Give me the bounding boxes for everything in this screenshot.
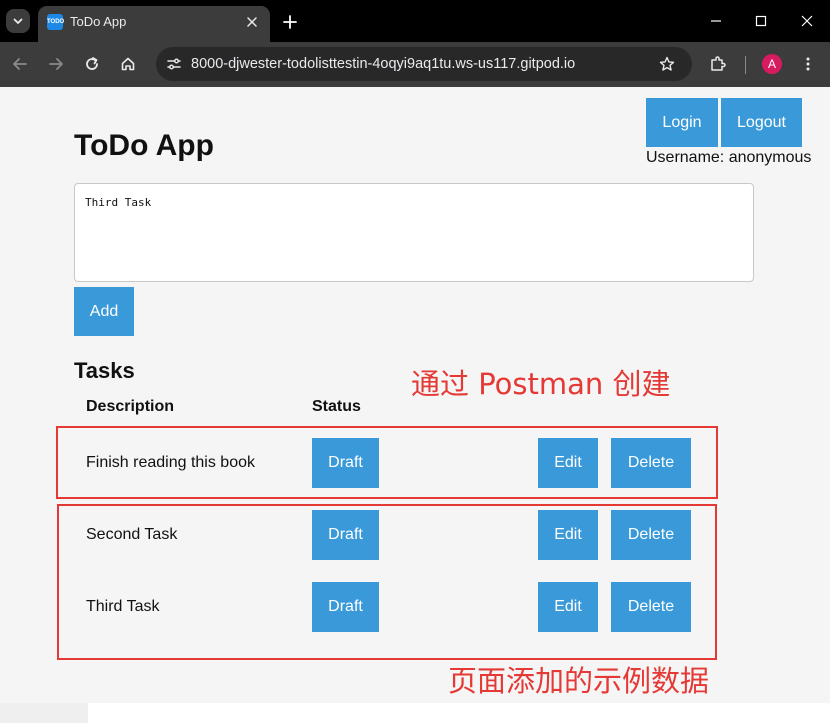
reload-icon — [86, 57, 98, 70]
plus-icon — [283, 15, 297, 29]
extensions-button[interactable] — [706, 52, 730, 76]
postman-annotation-label: 通过 Postman 创建 — [411, 367, 671, 401]
forward-button[interactable] — [44, 52, 68, 76]
tune-icon — [167, 58, 181, 70]
back-button[interactable] — [8, 52, 32, 76]
close-icon — [801, 15, 813, 27]
maximize-button[interactable] — [747, 8, 775, 34]
close-icon — [247, 17, 257, 27]
new-tab-button[interactable] — [278, 10, 302, 34]
maximize-icon — [755, 15, 767, 27]
new-task-input[interactable] — [74, 183, 754, 282]
description-column-header: Description — [86, 398, 175, 415]
star-icon — [659, 56, 675, 71]
arrow-right-icon — [49, 58, 63, 70]
address-bar[interactable]: 8000-djwester-todolisttestin-4oqyi9aq1tu… — [156, 47, 692, 81]
page-viewport: ToDo App Login Logout Username: anonymou… — [0, 87, 830, 703]
todo-favicon-icon: TODO — [47, 14, 64, 30]
puzzle-icon — [711, 56, 726, 71]
window-close-button[interactable] — [793, 8, 821, 34]
bookmark-button[interactable] — [656, 53, 678, 75]
home-button[interactable] — [116, 52, 140, 76]
toolbar-divider — [745, 56, 746, 74]
tab-title: ToDo App — [70, 14, 127, 29]
taskbar-edge — [0, 703, 88, 723]
tasks-heading: Tasks — [74, 358, 135, 383]
tab-close-button[interactable] — [242, 12, 262, 32]
arrow-left-icon — [13, 58, 27, 70]
minimize-icon — [711, 20, 721, 22]
screenshot-bottom-margin — [0, 703, 830, 723]
reload-button[interactable] — [80, 52, 104, 76]
login-button[interactable]: Login — [646, 98, 718, 147]
logout-button[interactable]: Logout — [721, 98, 802, 147]
tab-strip: TODO ToDo App — [0, 0, 830, 42]
url-text[interactable]: 8000-djwester-todolisttestin-4oqyi9aq1tu… — [191, 56, 575, 72]
username-label: Username: anonymous — [646, 149, 812, 166]
postman-annotation-box — [56, 426, 718, 499]
page-added-annotation-box — [57, 504, 717, 660]
site-info-button[interactable] — [162, 52, 186, 76]
status-column-header: Status — [312, 398, 361, 415]
page-added-annotation-label: 页面添加的示例数据 — [448, 664, 710, 698]
tab-search-button[interactable] — [6, 9, 30, 33]
chevron-down-icon — [13, 18, 23, 24]
home-icon — [121, 57, 135, 71]
app-title: ToDo App — [74, 129, 214, 162]
more-vertical-icon — [806, 57, 810, 71]
minimize-button[interactable] — [702, 8, 730, 34]
profile-avatar[interactable]: A — [762, 54, 782, 74]
browser-tab-active[interactable]: TODO ToDo App — [38, 6, 270, 42]
browser-menu-button[interactable] — [796, 52, 820, 76]
add-task-button[interactable]: Add — [74, 287, 134, 336]
browser-toolbar: 8000-djwester-todolisttestin-4oqyi9aq1tu… — [0, 42, 830, 87]
